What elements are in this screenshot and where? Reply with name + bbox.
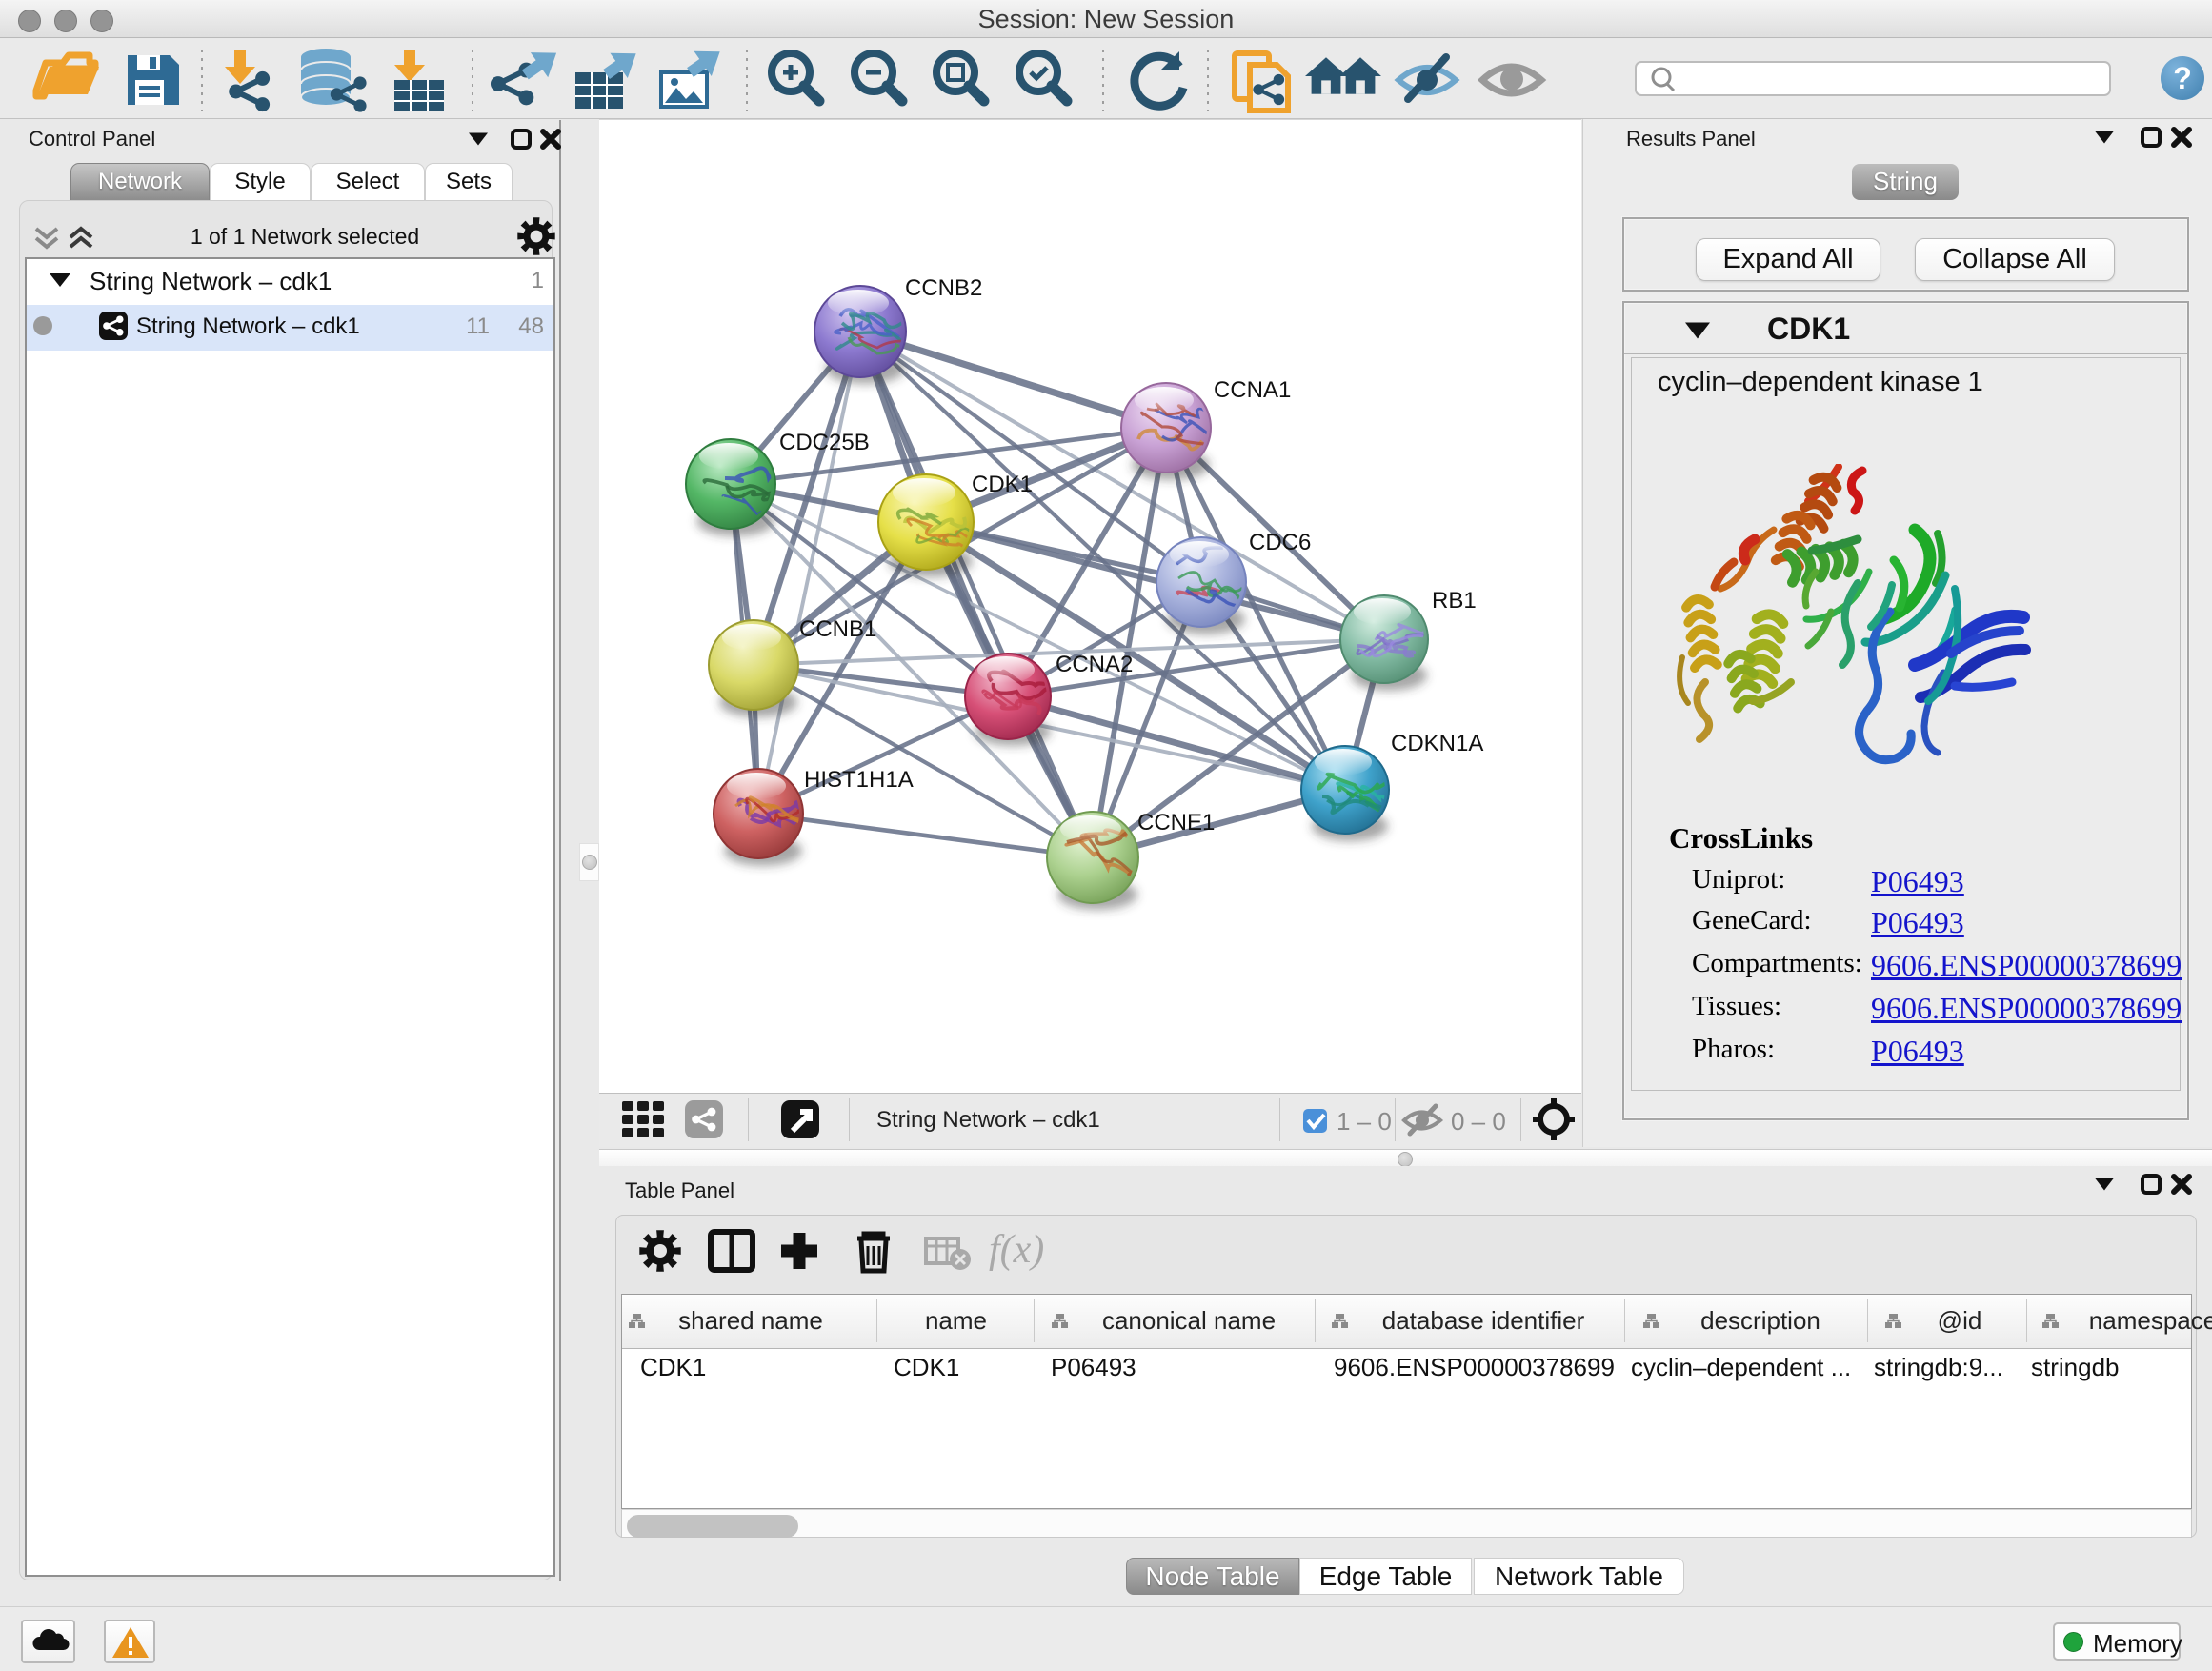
- svg-text:CCNA1: CCNA1: [1214, 377, 1291, 403]
- svg-text:CCNB2: CCNB2: [905, 275, 982, 301]
- svg-text:CCNA2: CCNA2: [1056, 652, 1133, 677]
- svg-text:CDC25B: CDC25B: [779, 430, 870, 455]
- svg-text:CDC6: CDC6: [1249, 530, 1311, 555]
- svg-text:RB1: RB1: [1432, 588, 1477, 614]
- svg-text:HIST1H1A: HIST1H1A: [804, 767, 914, 793]
- svg-text:CCNB1: CCNB1: [799, 616, 876, 642]
- svg-text:CDKN1A: CDKN1A: [1391, 731, 1483, 756]
- svg-text:CDK1: CDK1: [972, 472, 1033, 497]
- svg-text:CCNE1: CCNE1: [1137, 810, 1215, 836]
